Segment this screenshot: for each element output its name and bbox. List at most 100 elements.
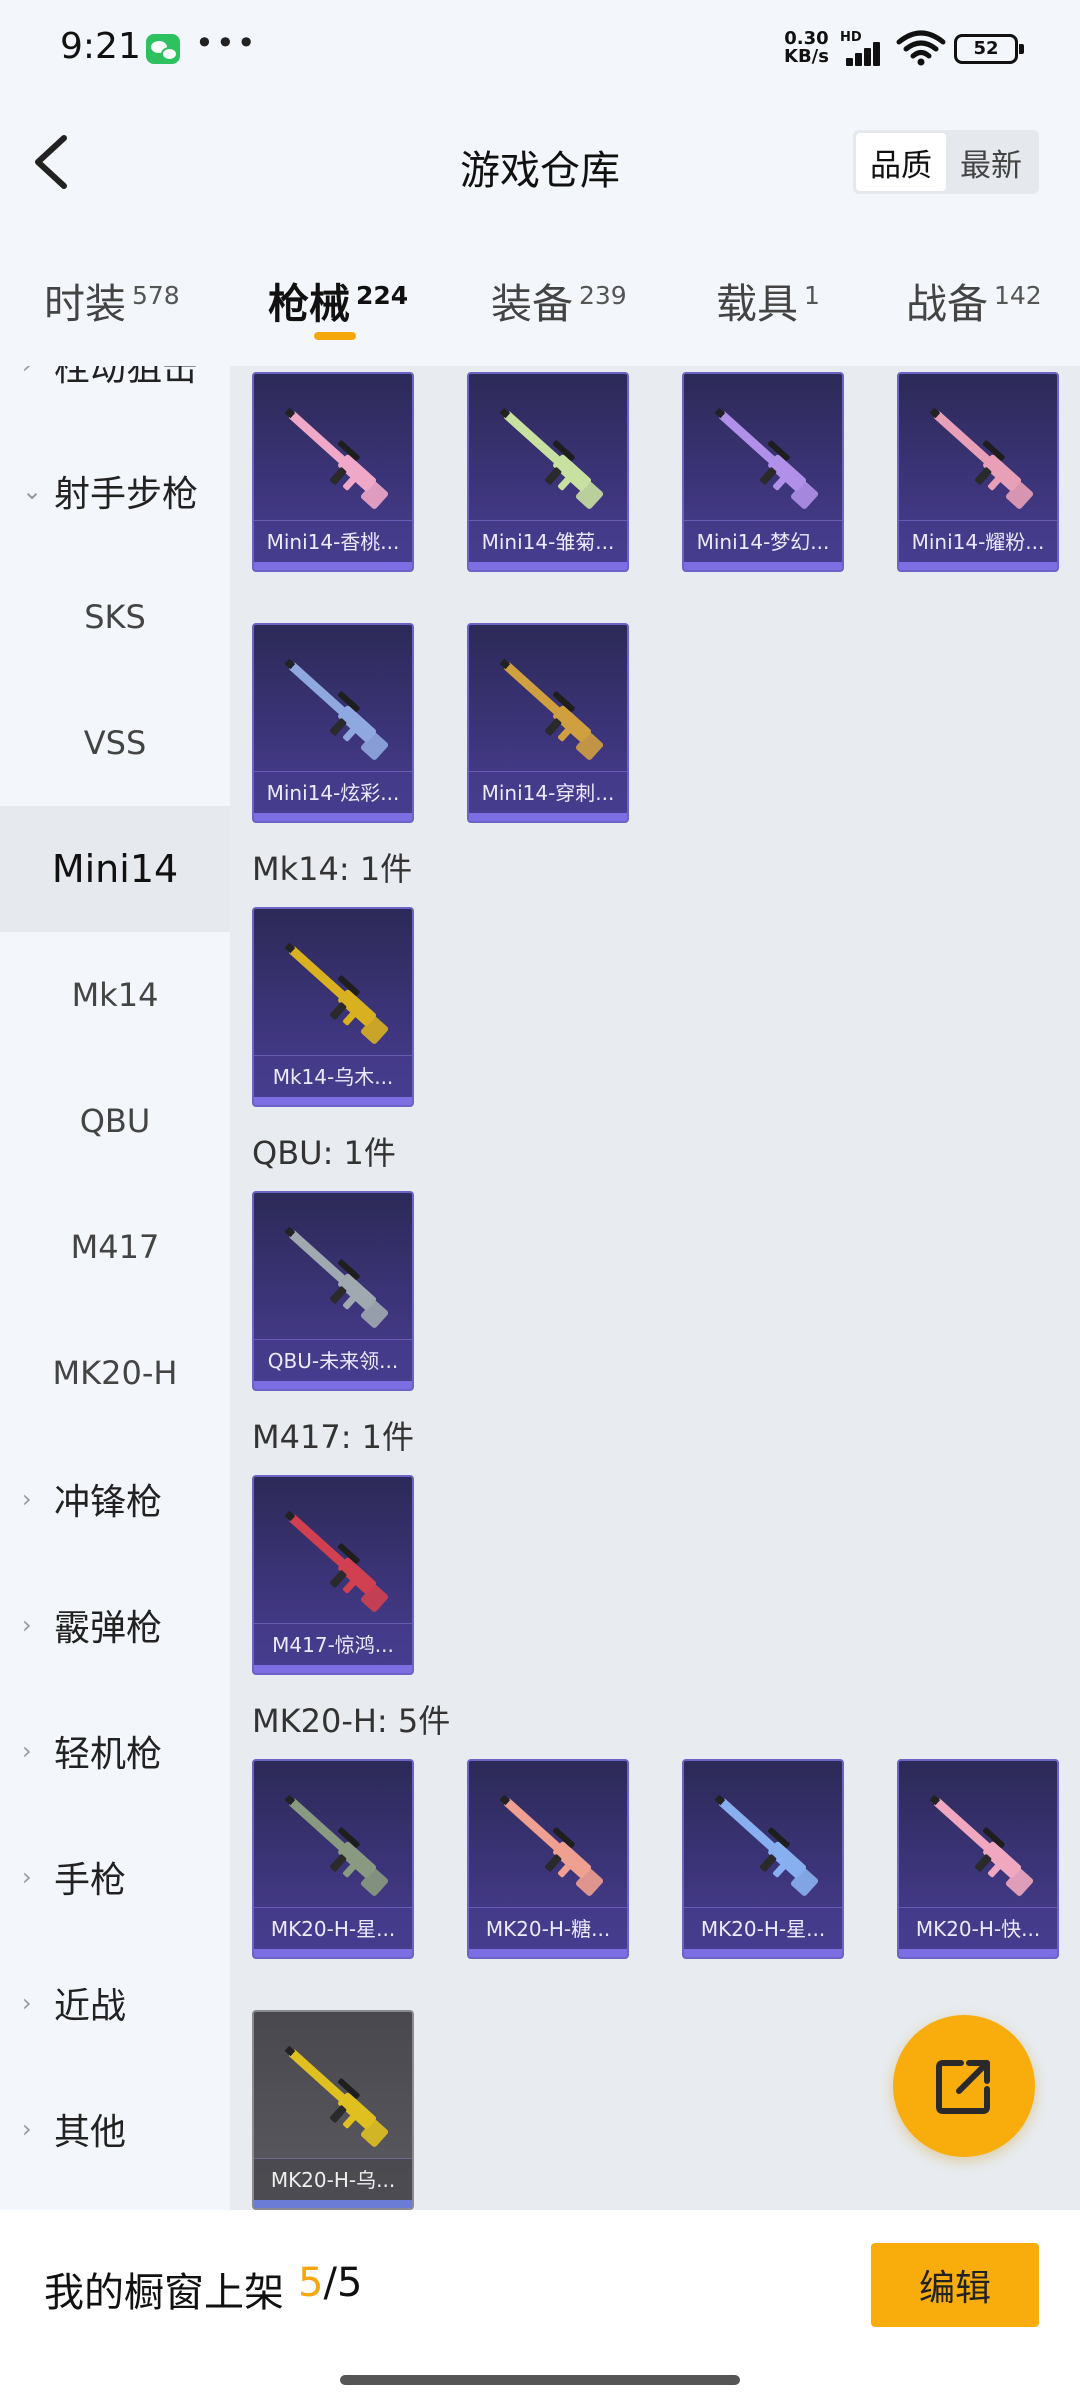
rifle-icon <box>284 2045 389 2147</box>
skin-card[interactable]: MK20-H-快... <box>897 1759 1059 1959</box>
sidebar-item-label: 射手步枪 <box>54 474 199 515</box>
skin-card[interactable]: MK20-H-星... <box>252 1759 414 1959</box>
tab-label: 载具 <box>716 280 798 328</box>
home-indicator[interactable] <box>340 2375 740 2385</box>
chevron-right-icon: › <box>22 1989 32 2017</box>
sidebar-item-label: SKS <box>84 598 146 636</box>
tab-guns[interactable]: 枪械 224 <box>268 270 408 330</box>
rifle-icon <box>284 1226 389 1328</box>
skin-card[interactable]: Mini14-穿刺... <box>467 623 629 823</box>
showcase-current-count: 5 <box>298 2260 324 2306</box>
skin-card[interactable]: MK20-H-糖... <box>467 1759 629 1959</box>
rifle-icon <box>499 658 604 760</box>
tab-label: 装备 <box>491 280 573 328</box>
skin-card[interactable]: M417-惊鸿... <box>252 1475 414 1675</box>
skin-card[interactable]: Mini14-耀粉... <box>897 372 1059 572</box>
chevron-right-icon: › <box>22 1611 32 1639</box>
edit-button[interactable]: 编辑 <box>871 2243 1039 2327</box>
skin-card[interactable]: MK20-H-星... <box>682 1759 844 1959</box>
sidebar-item-qbu[interactable]: QBU <box>0 1058 230 1184</box>
sidebar-item-pistol[interactable]: › 手枪 <box>0 1814 230 1940</box>
sidebar-item-mk20h[interactable]: MK20-H <box>0 1310 230 1436</box>
chevron-right-icon: › <box>22 366 54 379</box>
active-tab-indicator <box>314 332 356 340</box>
more-notifications-icon: ••• <box>195 24 258 62</box>
sidebar-item-marksman-rifle[interactable]: ⌄ 射手步枪 <box>0 428 230 554</box>
network-speed: 0.30 KB/s <box>784 30 829 66</box>
tab-count: 224 <box>356 281 409 310</box>
category-tabs: 时装 578 枪械 224 装备 239 载具 1 战备 142 <box>0 236 1080 366</box>
rifle-icon <box>284 1510 389 1612</box>
sidebar-item-m417[interactable]: M417 <box>0 1184 230 1310</box>
status-time: 9:21 <box>60 26 141 67</box>
rifle-icon <box>284 1794 389 1896</box>
skin-name: Mini14-炫彩... <box>254 771 412 813</box>
showcase-status: 我的橱窗上架 5 / 5 <box>44 2260 362 2318</box>
tab-fashion[interactable]: 时装 578 <box>44 270 180 330</box>
group-header-qbu: QBU: 1件 <box>252 1134 396 1172</box>
group-header-mk14: Mk14: 1件 <box>252 850 413 888</box>
skin-name: Mini14-梦幻... <box>684 520 842 562</box>
skin-name: MK20-H-糖... <box>469 1907 627 1949</box>
skin-name: MK20-H-快... <box>899 1907 1057 1949</box>
sidebar-item-label: 近战 <box>54 1986 127 2027</box>
group-header-mk20h: MK20-H: 5件 <box>252 1702 451 1740</box>
signal-icon <box>842 40 888 66</box>
app-header: 游戏仓库 品质 最新 <box>0 96 1080 236</box>
tab-vehicles[interactable]: 载具 1 <box>716 270 820 330</box>
skin-card[interactable]: Mini14-梦幻... <box>682 372 844 572</box>
sidebar-item-label: 霰弹枪 <box>54 1608 163 1649</box>
chevron-down-icon: ⌄ <box>22 477 43 505</box>
skin-name: Mini14-雏菊... <box>469 520 627 562</box>
sidebar-item-lmg[interactable]: › 轻机枪 <box>0 1688 230 1814</box>
rifle-icon <box>499 1794 604 1896</box>
skin-name: MK20-H-星... <box>254 1907 412 1949</box>
chevron-right-icon: › <box>22 1863 32 1891</box>
rifle-icon <box>284 658 389 760</box>
battery-icon: 52 <box>954 34 1024 64</box>
skin-name: Mini14-香桃... <box>254 520 412 562</box>
sidebar-item-bolt-sniper[interactable]: › 栓动狙击 <box>0 366 230 428</box>
sidebar-item-label: Mini14 <box>51 847 179 891</box>
skin-name: Mk14-乌木... <box>254 1055 412 1097</box>
sidebar-item-smg[interactable]: › 冲锋枪 <box>0 1436 230 1562</box>
wechat-notification-icon <box>146 34 180 64</box>
network-speed-unit: KB/s <box>784 46 829 67</box>
skin-card[interactable]: MK20-H-乌... <box>252 2010 414 2210</box>
sort-quality-button[interactable]: 品质 <box>856 133 946 191</box>
share-external-icon <box>936 2060 990 2114</box>
sidebar-item-shotgun[interactable]: › 霰弹枪 <box>0 1562 230 1688</box>
sidebar-item-mini14[interactable]: Mini14 <box>0 806 230 932</box>
sidebar-item-sks[interactable]: SKS <box>0 554 230 680</box>
weapon-category-sidebar: › 栓动狙击 ⌄ 射手步枪 SKS VSS Mini14 Mk14 QBU M4… <box>0 366 230 2210</box>
sidebar-item-mk14[interactable]: Mk14 <box>0 932 230 1058</box>
tab-label: 时装 <box>44 280 126 328</box>
tab-equipment[interactable]: 装备 239 <box>491 270 627 330</box>
sidebar-item-other[interactable]: › 其他 <box>0 2066 230 2192</box>
sort-newest-button[interactable]: 最新 <box>946 133 1036 191</box>
rifle-icon <box>284 407 389 509</box>
tab-count: 578 <box>132 281 180 310</box>
showcase-total-count: 5 <box>336 2260 363 2306</box>
sidebar-item-label: 冲锋枪 <box>54 1482 163 1523</box>
share-button[interactable] <box>893 2015 1035 2157</box>
tab-count: 142 <box>994 281 1042 310</box>
sidebar-item-label: MK20-H <box>52 1354 178 1392</box>
skin-name: M417-惊鸿... <box>254 1623 412 1665</box>
tab-label: 战备 <box>906 280 988 328</box>
rifle-icon <box>929 1794 1034 1896</box>
wifi-icon <box>896 30 946 66</box>
sidebar-item-vss[interactable]: VSS <box>0 680 230 806</box>
rifle-icon <box>929 407 1034 509</box>
skin-card[interactable]: Mk14-乌木... <box>252 907 414 1107</box>
skin-card[interactable]: Mini14-炫彩... <box>252 623 414 823</box>
bottom-bar: 我的橱窗上架 5 / 5 编辑 <box>0 2210 1080 2400</box>
sidebar-item-melee[interactable]: › 近战 <box>0 1940 230 2066</box>
showcase-label: 我的橱窗上架 <box>44 2270 284 2316</box>
tab-supplies[interactable]: 战备 142 <box>906 270 1042 330</box>
sidebar-item-label: VSS <box>83 724 147 762</box>
skin-card[interactable]: Mini14-香桃... <box>252 372 414 572</box>
sidebar-item-label: 轻机枪 <box>54 1734 163 1775</box>
skin-card[interactable]: QBU-未来领... <box>252 1191 414 1391</box>
skin-card[interactable]: Mini14-雏菊... <box>467 372 629 572</box>
